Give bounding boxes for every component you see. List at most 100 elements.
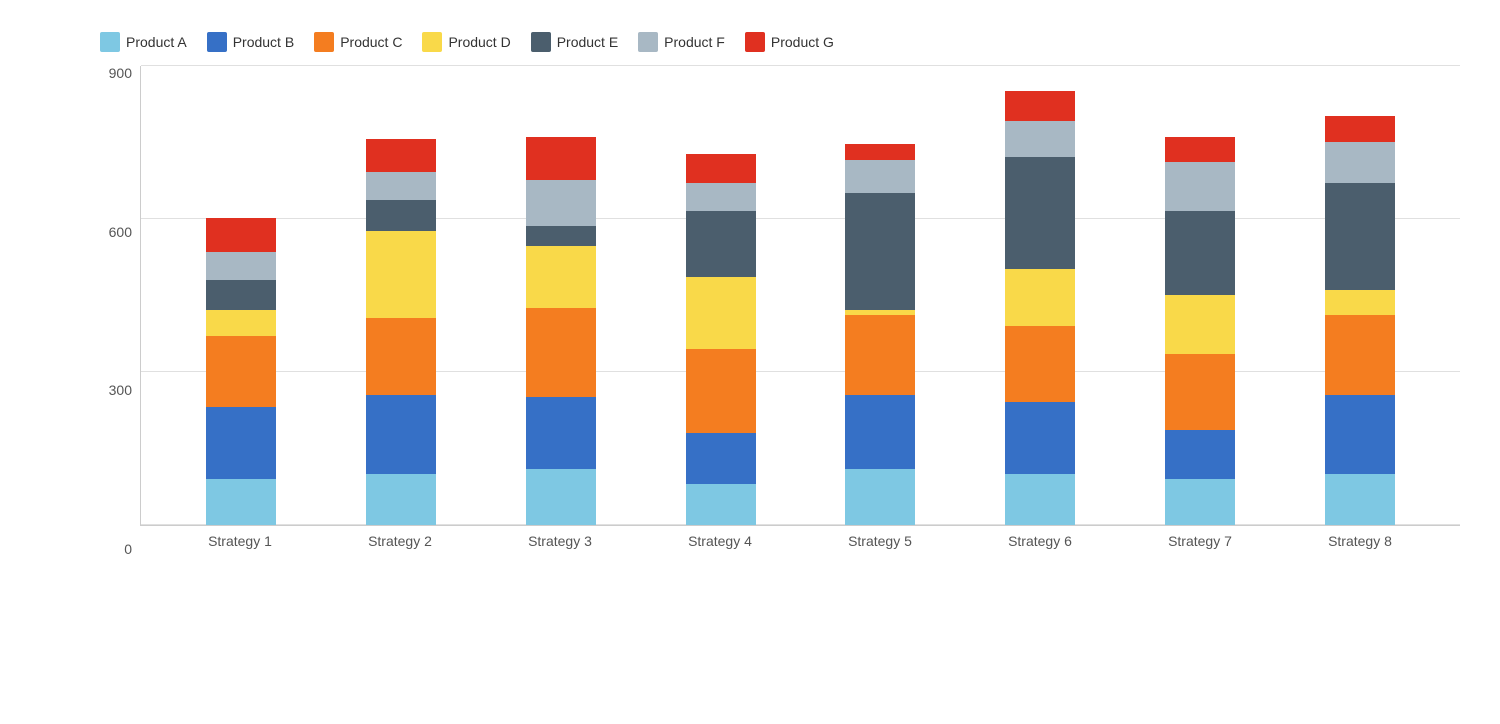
legend-item: Product C [314,32,402,52]
legend-item: Product G [745,32,834,52]
bar-segment [1005,121,1075,157]
chart-area: 9006003000 Strategy 1Strategy 2Strategy … [90,66,1460,556]
legend-color-swatch [314,32,334,52]
bar-segment [845,395,915,469]
bar-segment [366,474,436,525]
bar-segment [1165,295,1235,354]
bar-segment [1165,137,1235,163]
bar-segment [366,200,436,231]
bar-segment [686,349,756,433]
bar-segment [1165,211,1235,295]
legend-item: Product B [207,32,294,52]
bar-group [161,218,321,525]
bar-segment [1005,269,1075,325]
x-axis-label: Strategy 1 [160,533,320,549]
bar-segment [845,315,915,394]
legend-color-swatch [100,32,120,52]
bar-segment [526,308,596,397]
bar-segment [206,310,276,336]
y-axis-label: 300 [109,383,132,397]
x-axis-label: Strategy 8 [1280,533,1440,549]
bar-segment [1165,162,1235,211]
bar-segment [526,226,596,246]
bar-segment [686,277,756,349]
bar-segment [526,246,596,307]
bar-segment [845,144,915,159]
y-axis-label: 900 [109,66,132,80]
legend-color-swatch [745,32,765,52]
bar-segment [526,180,596,226]
stacked-bar [366,139,436,525]
bar-segment [1325,395,1395,474]
y-axis-label: 600 [109,225,132,239]
bar-segment [686,433,756,484]
bar-segment [366,318,436,395]
bar-group [321,139,481,525]
plot-area [140,66,1460,526]
bar-segment [1005,157,1075,269]
bar-group [641,154,801,525]
legend-item: Product F [638,32,725,52]
legend-color-swatch [207,32,227,52]
legend-color-swatch [422,32,442,52]
bar-segment [1325,290,1395,316]
bar-segment [206,252,276,280]
bar-segment [206,336,276,408]
bar-segment [1165,430,1235,479]
bar-segment [1005,91,1075,122]
legend-item: Product A [100,32,187,52]
stacked-bar [526,137,596,525]
legend-item: Product E [531,32,618,52]
bar-segment [526,469,596,525]
bar-group [481,137,641,525]
chart-container: Product A Product B Product C Product D … [20,12,1480,712]
stacked-bar [686,154,756,525]
bar-group [1280,116,1440,525]
bar-group [1120,137,1280,525]
legend: Product A Product B Product C Product D … [90,32,1460,52]
bar-group [801,144,961,525]
x-axis-label: Strategy 4 [640,533,800,549]
bar-segment [366,172,436,200]
bar-segment [686,211,756,277]
legend-label: Product E [557,34,618,50]
bar-segment [1005,326,1075,403]
bar-segment [1005,402,1075,474]
x-axis-label: Strategy 6 [960,533,1120,549]
x-axis-label: Strategy 7 [1120,533,1280,549]
bar-segment [1325,142,1395,183]
legend-item: Product D [422,32,510,52]
bar-segment [366,231,436,318]
bar-segment [845,160,915,193]
stacked-bar [1325,116,1395,525]
bar-segment [366,139,436,172]
bars-wrapper [141,66,1460,525]
stacked-bar [1005,91,1075,525]
legend-label: Product B [233,34,294,50]
legend-label: Product A [126,34,187,50]
x-axis-label: Strategy 2 [320,533,480,549]
bar-segment [1165,354,1235,431]
bar-segment [1165,479,1235,525]
bar-segment [206,479,276,525]
bar-segment [526,137,596,180]
bar-segment [686,183,756,211]
bar-segment [206,280,276,311]
x-axis-label: Strategy 5 [800,533,960,549]
bar-segment [1005,474,1075,525]
legend-color-swatch [638,32,658,52]
bar-segment [686,154,756,182]
stacked-bar [206,218,276,525]
bar-segment [366,395,436,474]
legend-label: Product G [771,34,834,50]
stacked-bar [1165,137,1235,525]
bar-group [960,91,1120,525]
y-axis-label: 0 [124,542,132,556]
x-labels: Strategy 1Strategy 2Strategy 3Strategy 4… [140,526,1460,556]
legend-label: Product C [340,34,402,50]
bar-segment [686,484,756,525]
bar-segment [845,193,915,311]
bar-segment [1325,183,1395,290]
bar-segment [845,469,915,525]
x-axis-label: Strategy 3 [480,533,640,549]
